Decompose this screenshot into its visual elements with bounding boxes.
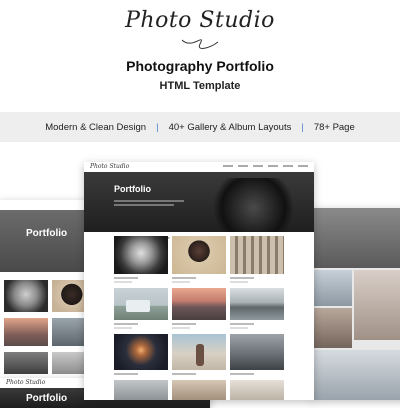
camera-graphic [204,178,294,232]
gallery-photo-city[interactable] [230,334,284,370]
gallery-photo-old-man[interactable] [114,236,168,274]
van-graphic [126,300,150,312]
product-subtitle: HTML Template [159,80,241,92]
photo-caption [114,327,132,329]
brand-logo: Photo Studio [125,8,275,33]
product-title: Photography Portfolio [126,58,274,74]
mockup-photo [312,270,352,306]
feature-item: 40+ Gallery & Album Layouts [168,121,292,133]
photo-caption [172,373,196,375]
photo-caption [230,323,254,325]
feature-separator: | [156,121,159,133]
photo-caption [114,277,138,279]
mockup-photo [4,280,48,312]
main-mockup: Photo Studio Portfolio All Portraits Fas… [84,162,314,400]
gallery-photo-mountains[interactable] [230,288,284,320]
photo-caption [230,281,248,283]
feature-separator: | [301,121,304,133]
mockup-photo [4,318,48,346]
photo-caption [114,323,138,325]
photo-caption [114,373,138,375]
feature-bar: Modern & Clean Design | 40+ Gallery & Al… [0,112,400,142]
hero-text-line [114,200,184,202]
gallery-photo[interactable] [230,380,284,400]
logo-swash-ornament [181,39,219,49]
gallery-photo-arches[interactable] [230,236,284,274]
mockup-hero-title: Portfolio [26,228,68,239]
gallery-photo-beach[interactable] [172,334,226,370]
mockup-logo: Photo Studio [6,379,46,386]
mockup-nav-links [223,165,308,167]
person-graphic [196,344,204,366]
photo-caption [172,323,196,325]
mockup-photo [312,308,352,348]
mockup-photo [354,270,400,340]
photo-caption [230,373,254,375]
gallery-photo[interactable] [114,380,168,400]
right-mockup [312,208,400,400]
gallery-photo-van[interactable] [114,288,168,320]
hero-text-line [114,204,174,206]
gallery-photo-lights[interactable] [114,334,168,370]
photo-caption [230,327,248,329]
feature-item: Modern & Clean Design [45,121,147,133]
mockup-hero-title: Portfolio [114,184,151,194]
mockup-hero-title: Portfolio [26,393,68,404]
mockup-photo [4,352,48,374]
mockup-hero [84,172,314,232]
photo-caption [172,281,190,283]
feature-item: 78+ Page [313,121,355,133]
mockup-logo: Photo Studio [90,163,130,170]
gallery-photo-sunset[interactable] [172,288,226,320]
gallery-photo[interactable] [172,380,226,400]
photo-caption [172,327,190,329]
photo-caption [172,277,196,279]
photo-caption [114,281,132,283]
mockup-photo [312,208,400,268]
mockup-photo [312,350,400,400]
gallery-photo-portrait[interactable] [172,236,226,274]
photo-caption [230,277,254,279]
